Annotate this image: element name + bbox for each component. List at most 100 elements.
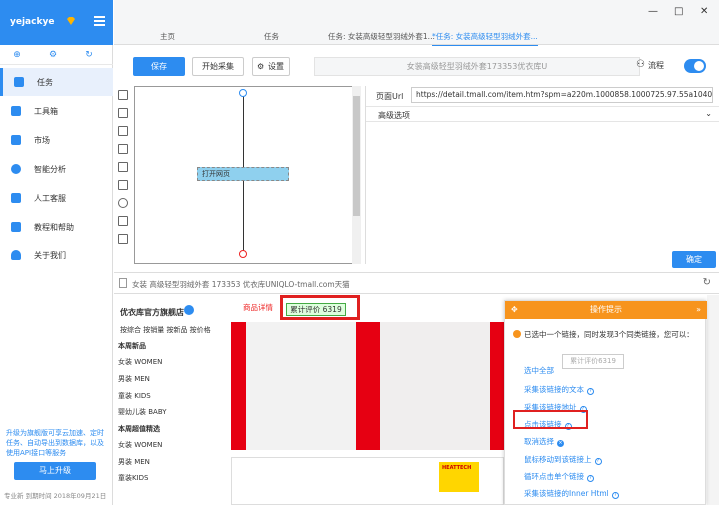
help-icon[interactable]: ? [587,475,594,482]
toolbar: 保存 开始采集 ⚙ 设置 女装高级轻型羽绒外套173353优衣库U ⚇ 流程 [114,46,719,86]
loop-tool-icon[interactable] [118,198,128,208]
popup-title: 操作提示 [590,305,622,314]
list-tool-icon[interactable] [118,180,128,190]
nav-label: 工具箱 [34,106,58,116]
browser-scrollbar[interactable] [707,295,719,505]
workflow-canvas[interactable]: 打开网页 [134,86,361,264]
page-icon [119,278,127,288]
nav-item-tasks[interactable]: 任务 [0,68,113,96]
upgrade-button[interactable]: 马上升级 [14,462,96,480]
category-header[interactable]: 本周新品 [118,341,146,351]
switch-dropdown-tool-icon[interactable] [118,162,128,172]
review-tab-highlight [280,295,360,320]
hover-tooltip: 累计评价6319 [562,354,624,369]
nav-item-analysis[interactable]: 智能分析 [0,155,113,183]
cancel-selection-link[interactable]: 取消选择 × [524,436,564,447]
product-detail-tab[interactable]: 商品详情 [237,299,279,317]
store-badge-icon [184,305,194,315]
branch-tool-icon[interactable] [118,216,128,226]
tab-task-active[interactable]: *任务: 女装高级轻型羽绒外套... [432,31,538,47]
settings-button[interactable]: ⚙ 设置 [252,57,290,76]
nav-label: 教程和帮助 [34,222,74,232]
nav-item-support[interactable]: 人工客服 [0,184,113,212]
mouse-tool-icon[interactable] [118,234,128,244]
chat-icon [11,193,21,203]
gear-icon[interactable]: ⚙ [48,50,58,60]
nav-item-market[interactable]: 市场 [0,126,113,154]
sort-links[interactable]: 按综合 按销量 按新品 按价格 [120,325,211,335]
category-item[interactable]: 童装KIDS [118,473,149,483]
nav-label: 市场 [34,135,50,145]
extract-link-text-link[interactable]: 采集该链接的文本? [524,384,594,395]
action-label: 采集该链接的Inner Html [524,489,609,498]
popup-message: 已选中一个链接，同时发现3个同类链接，您可以： [524,330,694,339]
store-name[interactable]: 优衣库官方旗舰店 [120,307,184,318]
toolbox-icon [11,106,21,116]
save-button[interactable]: 保存 [133,57,185,76]
category-item[interactable]: 婴幼儿装 BABY [118,407,167,417]
open-page-tool-icon[interactable] [118,90,128,100]
tab-task-1[interactable]: 任务: 女装高级轻型羽绒外套1... [328,31,435,42]
new-task-icon[interactable]: ⊕ [12,50,22,60]
refresh-icon[interactable]: ↻ [703,277,711,288]
hover-link-link[interactable]: 鼠标移动到该链接上? [524,454,602,465]
extract-inner-html-link[interactable]: 采集该链接的Inner Html? [524,488,619,499]
book-icon [11,222,21,232]
help-icon[interactable]: ? [611,492,619,499]
select-all-link[interactable]: 选中全部 [524,365,554,376]
account-footer: 专业新 到期时间 2018年09月21日 [4,492,107,500]
category-item[interactable]: 男装 MEN [118,374,150,384]
help-icon[interactable]: ? [594,458,602,465]
sidebar: yejackye ⊕ ⚙ ↻ 任务 工具箱 市场 智能分析 人工客服 教程和帮助… [0,0,113,505]
market-icon [11,135,21,145]
nav-label: 人工客服 [34,193,66,203]
start-collect-button[interactable]: 开始采集 [192,57,244,76]
menu-icon[interactable] [94,16,105,26]
nav-label: 任务 [37,77,53,87]
canvas-scroll-thumb[interactable] [353,96,360,216]
flow-node-open-page[interactable]: 打开网页 [197,167,289,181]
confirm-button[interactable]: 确定 [672,251,716,268]
url-input[interactable]: https://detail.tmall.com/item.htm?spm=a2… [411,87,713,103]
nav-item-toolbox[interactable]: 工具箱 [0,97,113,125]
extract-tool-icon[interactable] [118,126,128,136]
tab-tasks[interactable]: 任务 [264,31,279,42]
pie-chart-icon [11,164,21,174]
action-label: 鼠标移动到该链接上 [524,455,592,464]
popup-header[interactable]: ✥ 操作提示 » [505,301,707,319]
loop-click-link[interactable]: 循环点击单个链接? [524,471,594,482]
help-icon[interactable]: ? [587,388,594,395]
collapse-icon[interactable]: » [696,301,701,319]
close-icon[interactable]: × [557,440,564,447]
address-text[interactable]: 女装 高级轻型羽绒外套 173353 优衣库UNIQLO-tmall.com天猫 [132,279,350,290]
flow-toggle[interactable] [684,59,706,73]
task-name-field[interactable]: 女装高级轻型羽绒外套173353优衣库U [314,57,640,76]
category-header[interactable]: 本周超值精选 [118,424,160,434]
click-link-highlight [513,410,588,429]
flow-label: 流程 [648,61,664,70]
diamond-icon [67,17,75,25]
nav-item-help[interactable]: 教程和帮助 [0,213,113,241]
sidebar-toolbar: ⊕ ⚙ ↻ [0,45,113,65]
input-text-tool-icon[interactable] [118,144,128,154]
click-tool-icon[interactable] [118,108,128,118]
username[interactable]: yejackye [10,17,54,27]
tab-home[interactable]: 主页 [160,31,175,42]
url-label: 页面Url [376,92,404,101]
advanced-options[interactable]: 高级选项 ⌄ [366,106,719,122]
close-icon[interactable]: ✕ [700,6,708,17]
minimize-icon[interactable]: — [648,6,658,17]
sidebar-header: yejackye [0,0,113,45]
category-item[interactable]: 女装 WOMEN [118,357,162,367]
heattech-label: HEATTECH [442,465,472,471]
browser-address-bar[interactable]: 女装 高级轻型羽绒外套 173353 优衣库UNIQLO-tmall.com天猫… [114,272,719,294]
nav-item-about[interactable]: 关于我们 [0,241,113,269]
move-icon[interactable]: ✥ [511,301,518,319]
sync-icon[interactable]: ↻ [84,50,94,60]
maximize-icon[interactable]: □ [674,6,683,17]
advanced-options-label: 高级选项 [378,111,410,120]
category-item[interactable]: 童装 KIDS [118,391,151,401]
workflow-tools [114,86,131,264]
category-item[interactable]: 女装 WOMEN [118,440,162,450]
category-item[interactable]: 男装 MEN [118,457,150,467]
